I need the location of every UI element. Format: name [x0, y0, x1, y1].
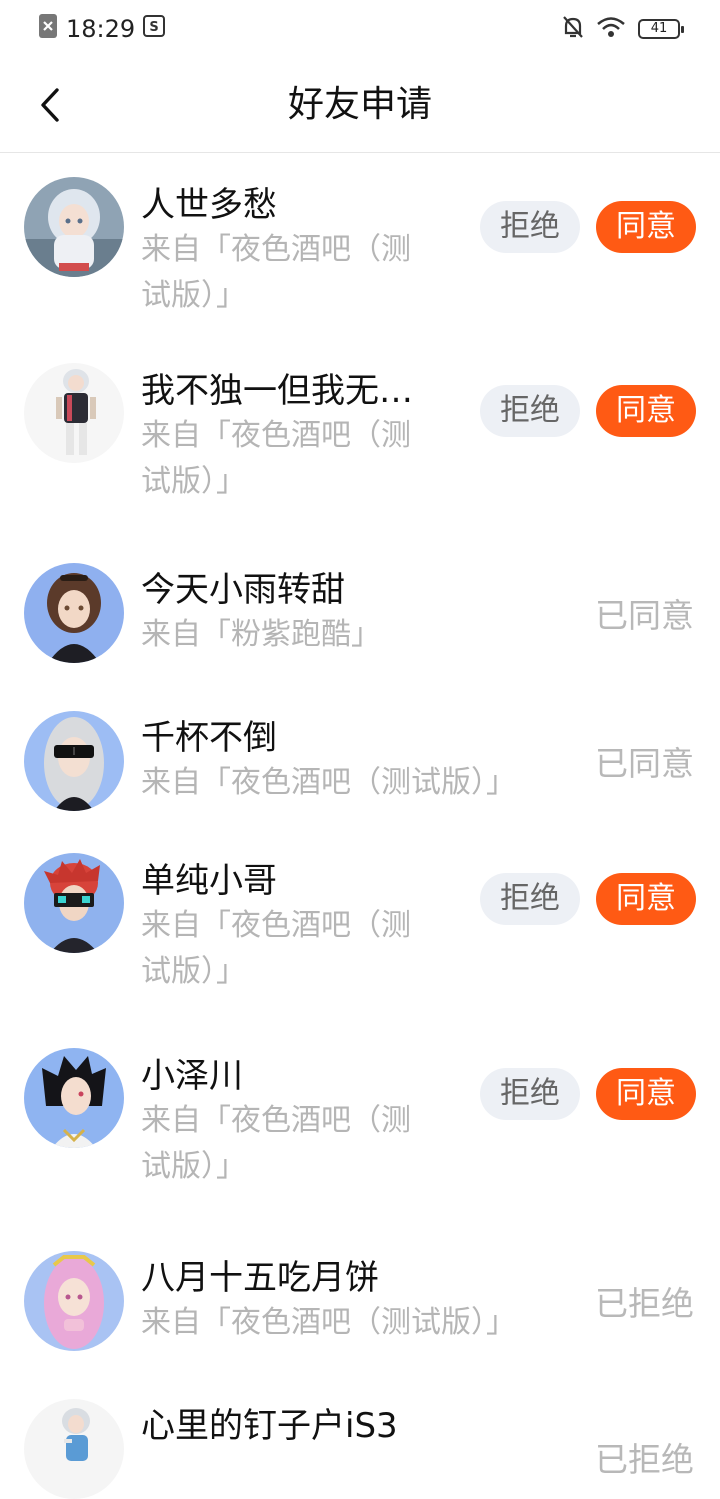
avatar[interactable] [24, 1251, 124, 1351]
request-source-continued: 试版）」 [141, 278, 246, 313]
avatar[interactable] [24, 711, 124, 811]
avatar[interactable] [24, 177, 124, 277]
list-item: 人世多愁 来自「夜色酒吧（测 试版）」 拒绝 同意 [0, 153, 720, 343]
reject-button[interactable]: 拒绝 [480, 873, 580, 925]
request-source-continued: 试版）」 [141, 954, 246, 989]
back-chevron-icon [41, 88, 59, 122]
friend-name: 人世多愁 [141, 185, 277, 225]
status-label: 已同意 [595, 744, 694, 783]
accept-button[interactable]: 同意 [596, 385, 696, 437]
request-source: 来自「夜色酒吧（测 [141, 1103, 411, 1138]
status-time: 18:29 [66, 15, 136, 43]
request-source: 来自「粉紫跑酷」 [141, 617, 381, 652]
avatar[interactable] [24, 853, 124, 953]
request-source: 来自「夜色酒吧（测 [141, 232, 411, 267]
status-label: 已同意 [595, 596, 694, 635]
list-item: 我不独一但我无… 来自「夜色酒吧（测 试版）」 拒绝 同意 [0, 343, 720, 543]
wifi-icon [596, 16, 626, 42]
accept-button[interactable]: 同意 [596, 201, 696, 253]
friend-name: 我不独一但我无… [141, 371, 413, 411]
request-source: 来自「夜色酒吧（测试版）」 [141, 1305, 516, 1340]
friend-name: 千杯不倒 [141, 718, 277, 758]
avatar[interactable] [24, 363, 124, 463]
friend-name: 心里的钉子户iS3 [141, 1406, 398, 1446]
list-item: 心里的钉子户iS3 已拒绝 [0, 1379, 720, 1499]
request-source: 来自「夜色酒吧（测 [141, 908, 411, 943]
request-source: 来自「夜色酒吧（测试版）」 [141, 765, 516, 800]
svg-text:S: S [149, 20, 158, 35]
list-item: 单纯小哥 来自「夜色酒吧（测 试版）」 拒绝 同意 [0, 839, 720, 1034]
avatar[interactable] [24, 1399, 124, 1499]
reject-button[interactable]: 拒绝 [480, 1068, 580, 1120]
battery-icon: 41 [638, 19, 684, 39]
back-button[interactable] [30, 80, 70, 130]
friend-name: 今天小雨转甜 [141, 570, 345, 610]
avatar[interactable] [24, 563, 124, 663]
list-item: 小泽川 来自「夜色酒吧（测 试版）」 拒绝 同意 [0, 1034, 720, 1229]
request-source-continued: 试版）」 [141, 1149, 246, 1184]
nav-bar: 好友申请 [0, 58, 720, 153]
app-notification-icon: S [143, 15, 166, 43]
avatar[interactable] [24, 1048, 124, 1148]
bell-off-icon [562, 15, 584, 43]
friend-name: 单纯小哥 [141, 861, 277, 901]
status-label: 已拒绝 [595, 1440, 694, 1479]
accept-button[interactable]: 同意 [596, 1068, 696, 1120]
request-source-continued: 试版）」 [141, 464, 246, 499]
reject-button[interactable]: 拒绝 [480, 385, 580, 437]
list-item: 今天小雨转甜 来自「粉紫跑酷」 已同意 [0, 543, 720, 691]
list-item: 千杯不倒 来自「夜色酒吧（测试版）」 已同意 [0, 691, 720, 839]
reject-button[interactable]: 拒绝 [480, 201, 580, 253]
status-bar: 18:29 S 41 [0, 0, 720, 58]
page-title: 好友申请 [287, 84, 432, 125]
friend-request-list: 人世多愁 来自「夜色酒吧（测 试版）」 拒绝 同意 我不独一但我无… 来自「夜色… [0, 153, 720, 1499]
request-source: 来自「夜色酒吧（测 [141, 418, 411, 453]
list-item: 八月十五吃月饼 来自「夜色酒吧（测试版）」 已拒绝 [0, 1229, 720, 1379]
friend-name: 八月十五吃月饼 [141, 1258, 379, 1298]
accept-button[interactable]: 同意 [596, 873, 696, 925]
sim-off-icon [38, 13, 58, 45]
status-label: 已拒绝 [595, 1284, 694, 1323]
friend-name: 小泽川 [141, 1056, 243, 1096]
